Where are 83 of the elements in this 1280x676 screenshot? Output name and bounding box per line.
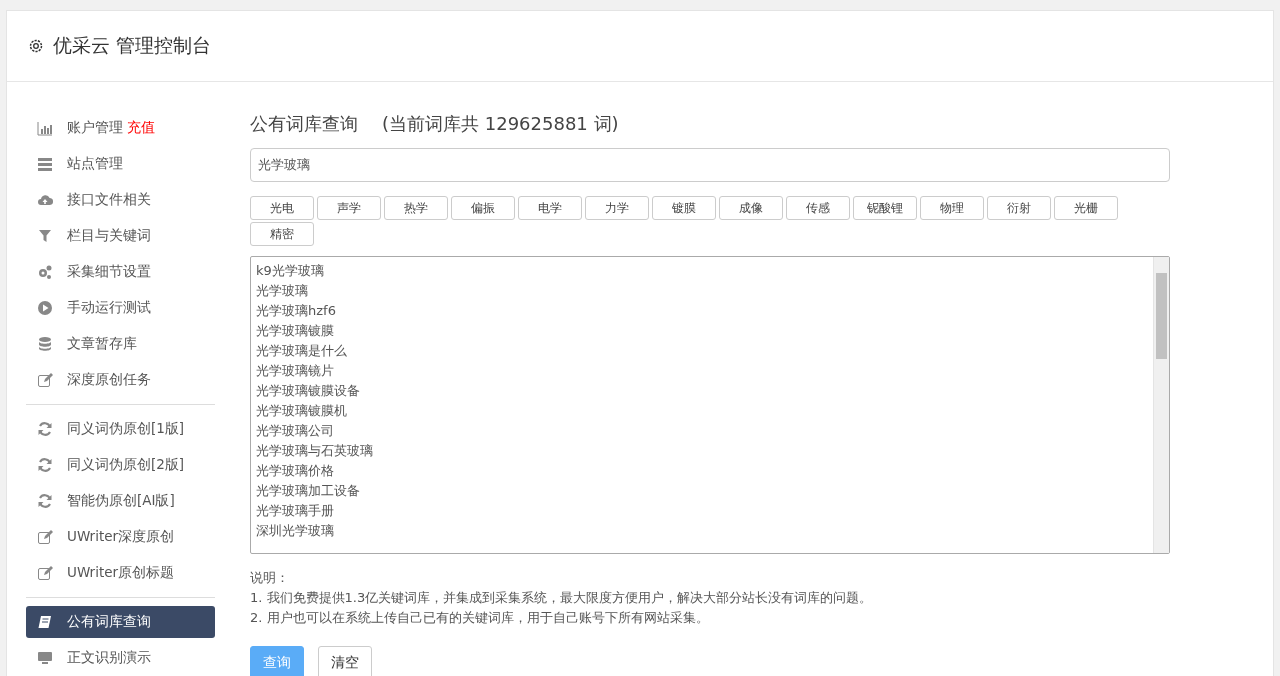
tag-button[interactable]: 力学 [585, 196, 649, 220]
sidebar-item[interactable]: 同义词伪原创[1版] [26, 413, 215, 445]
sidebar-item[interactable]: 栏目与关键词 [26, 220, 215, 252]
tag-button[interactable]: 镀膜 [652, 196, 716, 220]
settings-icon [27, 37, 45, 55]
server-icon [37, 156, 53, 172]
sidebar-item[interactable]: 接口文件相关 [26, 184, 215, 216]
sidebar-label: 栏目与关键词 [67, 227, 151, 245]
result-item[interactable]: 光学玻璃价格 [256, 461, 1148, 481]
note-text: 2. 用户也可以在系统上传自己已有的关键词库，用于自己账号下所有网站采集。 [250, 609, 710, 627]
scrollbar[interactable] [1153, 257, 1169, 553]
sidebar-label: 深度原创任务 [67, 371, 151, 389]
play-icon [37, 300, 53, 316]
console-title: 优采云 管理控制台 [53, 33, 212, 58]
result-item[interactable]: 光学玻璃与石英玻璃 [256, 441, 1148, 461]
sidebar-label: 同义词伪原创[1版] [67, 420, 185, 438]
result-item[interactable]: 光学玻璃手册 [256, 501, 1148, 521]
sidebar-label: 公有词库查询 [67, 613, 151, 631]
sidebar-item[interactable]: 同义词伪原创[2版] [26, 449, 215, 481]
result-item[interactable]: 光学玻璃镜片 [256, 361, 1148, 381]
sidebar-item[interactable]: 智能伪原创[AI版] [26, 485, 215, 517]
tag-button[interactable]: 成像 [719, 196, 783, 220]
word-count: (当前词库共 129625881 词) [382, 112, 619, 136]
cloud-upload-icon [37, 192, 53, 208]
sidebar-item[interactable]: 手动运行测试 [26, 292, 215, 324]
tag-button[interactable]: 传感 [786, 196, 850, 220]
sidebar-label: 站点管理 [67, 155, 123, 173]
result-item[interactable]: 光学玻璃镀膜设备 [256, 381, 1148, 401]
tag-button[interactable]: 电学 [518, 196, 582, 220]
sidebar-label: 手动运行测试 [67, 299, 151, 317]
tag-button[interactable]: 物理 [920, 196, 984, 220]
result-item[interactable]: k9光学玻璃 [256, 261, 1148, 281]
sidebar-label: UWriter深度原创 [67, 528, 175, 546]
monitor-icon [37, 650, 53, 666]
result-item[interactable]: 光学玻璃是什么 [256, 341, 1148, 361]
bar-chart-icon [37, 120, 53, 136]
sidebar-item[interactable]: 采集细节设置 [26, 256, 215, 288]
sidebar-label: 接口文件相关 [67, 191, 151, 209]
tag-button[interactable]: 衍射 [987, 196, 1051, 220]
tag-button[interactable]: 光栅 [1054, 196, 1118, 220]
sidebar-label: 智能伪原创[AI版] [67, 492, 175, 510]
tag-button[interactable]: 光电 [250, 196, 314, 220]
book-icon [37, 614, 53, 630]
filter-icon [37, 228, 53, 244]
database-icon [37, 336, 53, 352]
edit-icon [37, 565, 53, 581]
edit-icon [37, 529, 53, 545]
result-item[interactable]: 光学玻璃镀膜机 [256, 401, 1148, 421]
sidebar-item[interactable]: 站点管理 [26, 148, 215, 180]
sidebar-label: 正文识别演示 [67, 649, 151, 667]
sidebar-label: UWriter原创标题 [67, 564, 175, 582]
tag-button[interactable]: 热学 [384, 196, 448, 220]
notes-title: 说明： [250, 569, 290, 587]
result-item[interactable]: 光学玻璃 [256, 281, 1148, 301]
tag-button[interactable]: 铌酸锂 [853, 196, 917, 220]
search-field[interactable]: 光学玻璃 [250, 148, 1170, 182]
result-item[interactable]: 深圳光学玻璃 [256, 521, 1148, 541]
tag-button[interactable]: 声学 [317, 196, 381, 220]
sidebar-label: 采集细节设置 [67, 263, 151, 281]
sidebar-item[interactable]: 深度原创任务 [26, 364, 215, 396]
clear-button[interactable]: 清空 [318, 646, 372, 676]
sidebar-item[interactable]: UWriter原创标题 [26, 557, 215, 589]
sidebar-item[interactable]: 公有词库查询 [26, 606, 215, 638]
note-text: 1. 我们免费提供1.3亿关键词库，并集成到采集系统，最大限度方便用户，解决大部分站长没有词库的问题。 [250, 589, 874, 607]
tag-button[interactable]: 精密 [250, 222, 314, 246]
sidebar-item[interactable]: UWriter深度原创 [26, 521, 215, 553]
result-item[interactable]: 光学玻璃公司 [256, 421, 1148, 441]
sidebar-label: 账户管理 充值 [67, 119, 155, 137]
sidebar-label: 文章暂存库 [67, 335, 137, 353]
gears-icon [37, 264, 53, 280]
sidebar-item[interactable]: 正文识别演示 [26, 642, 215, 674]
refresh-icon [37, 493, 53, 509]
edit-icon [37, 372, 53, 388]
result-item[interactable]: 光学玻璃加工设备 [256, 481, 1148, 501]
refresh-icon [37, 457, 53, 473]
sidebar-item[interactable]: 账户管理 充值 [26, 112, 215, 144]
tag-button[interactable]: 偏振 [451, 196, 515, 220]
refresh-icon [37, 421, 53, 437]
result-item[interactable]: 光学玻璃hzf6 [256, 301, 1148, 321]
result-item[interactable]: 光学玻璃镀膜 [256, 321, 1148, 341]
page-title: 公有词库查询 [250, 112, 358, 136]
sidebar-item[interactable]: 文章暂存库 [26, 328, 215, 360]
sidebar-label: 同义词伪原创[2版] [67, 456, 185, 474]
